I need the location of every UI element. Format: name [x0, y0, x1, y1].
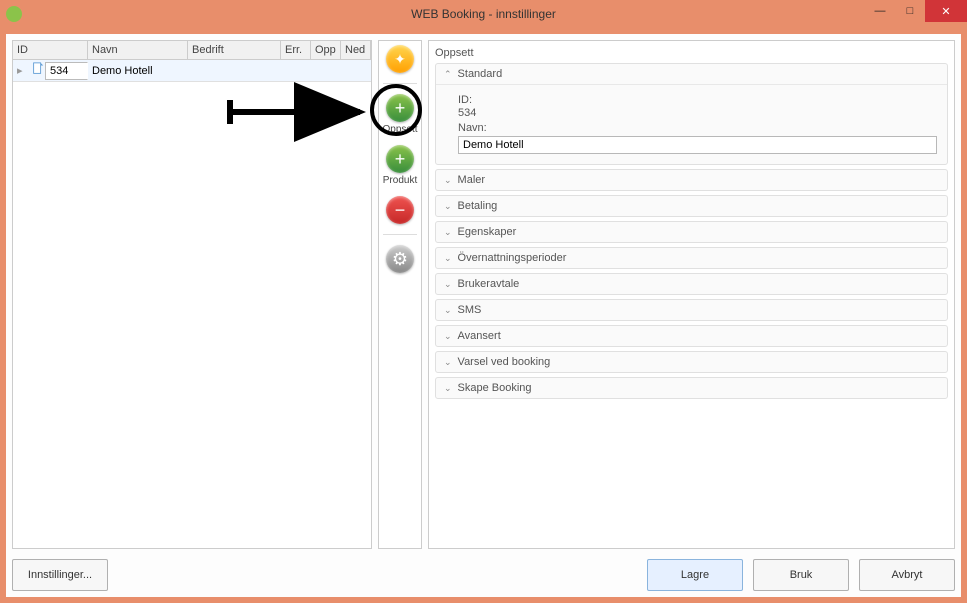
accordion-header-sms[interactable]: ⌄ SMS: [436, 300, 947, 320]
close-button[interactable]: ✕: [925, 0, 967, 22]
avbryt-button[interactable]: Avbryt: [859, 559, 955, 591]
accordion-title: Brukeravtale: [458, 278, 520, 290]
chevron-down-icon: ⌄: [444, 175, 452, 186]
innstillinger-button[interactable]: Innstillinger...: [12, 559, 108, 591]
accordion-title: Skape Booking: [458, 382, 532, 394]
app-window: WEB Booking - innstillinger — □ ✕ ID Nav…: [0, 0, 967, 603]
chevron-down-icon: ⌄: [444, 279, 452, 290]
id-value: 534: [458, 107, 937, 119]
chevron-up-icon: ⌃: [444, 69, 452, 80]
accordion-header-overnattningsperioder[interactable]: ⌄ Övernattningsperioder: [436, 248, 947, 268]
accordion-overnattningsperioder: ⌄ Övernattningsperioder: [435, 247, 948, 269]
row-id-value[interactable]: 534: [45, 62, 88, 80]
id-label: ID:: [458, 94, 937, 106]
content-area: ID Navn Bedrift Err. Opp Ned ▸ 534 Demo …: [6, 34, 961, 597]
accordion-avansert: ⌄ Avansert: [435, 325, 948, 347]
row-expand-icon[interactable]: ▸: [13, 62, 27, 79]
accordion-sms: ⌄ SMS: [435, 299, 948, 321]
remove-button[interactable]: −: [382, 196, 418, 224]
accordion-title: Avansert: [458, 330, 501, 342]
accordion-header-varsel[interactable]: ⌄ Varsel ved booking: [436, 352, 947, 372]
add-produkt-label: Produkt: [383, 175, 417, 186]
navn-label: Navn:: [458, 122, 937, 134]
window-controls: — □ ✕: [865, 0, 967, 22]
app-icon: [6, 6, 22, 22]
chevron-down-icon: ⌄: [444, 357, 452, 368]
accordion-title: Betaling: [458, 200, 498, 212]
chevron-down-icon: ⌄: [444, 383, 452, 394]
row-doc-icon: [27, 60, 45, 81]
accordion-betaling: ⌄ Betaling: [435, 195, 948, 217]
settings-tool-button[interactable]: ⚙: [382, 245, 418, 273]
accordion-title: Standard: [458, 68, 503, 80]
accordion-header-skape[interactable]: ⌄ Skape Booking: [436, 378, 947, 398]
col-header-bedrift[interactable]: Bedrift: [188, 41, 281, 59]
right-buttons: Lagre Bruk Avbryt: [647, 559, 955, 591]
add-oppsett-button[interactable]: + Oppsett: [382, 94, 418, 135]
bruk-button[interactable]: Bruk: [753, 559, 849, 591]
navn-input[interactable]: [458, 136, 937, 154]
accordion-brukeravtale: ⌄ Brukeravtale: [435, 273, 948, 295]
toolbar-divider: [383, 234, 417, 235]
wand-icon: ✦: [386, 45, 414, 73]
chevron-down-icon: ⌄: [444, 331, 452, 342]
minimize-button[interactable]: —: [865, 0, 895, 22]
accordion-header-betaling[interactable]: ⌄ Betaling: [436, 196, 947, 216]
accordion-title: Egenskaper: [458, 226, 517, 238]
lagre-button[interactable]: Lagre: [647, 559, 743, 591]
accordion-title: Varsel ved booking: [458, 356, 551, 368]
col-header-err[interactable]: Err.: [281, 41, 311, 59]
accordion-egenskaper: ⌄ Egenskaper: [435, 221, 948, 243]
accordion-title: Maler: [458, 174, 486, 186]
add-produkt-button[interactable]: + Produkt: [382, 145, 418, 186]
accordion-header-maler[interactable]: ⌄ Maler: [436, 170, 947, 190]
col-header-id[interactable]: ID: [13, 41, 88, 59]
accordion-title: Övernattningsperioder: [458, 252, 567, 264]
col-header-ned[interactable]: Ned: [341, 41, 371, 59]
chevron-down-icon: ⌄: [444, 253, 452, 264]
accordion-header-avansert[interactable]: ⌄ Avansert: [436, 326, 947, 346]
row-navn-value: Demo Hotell: [88, 63, 188, 79]
chevron-down-icon: ⌄: [444, 227, 452, 238]
accordion-header-brukeravtale[interactable]: ⌄ Brukeravtale: [436, 274, 947, 294]
table-row[interactable]: ▸ 534 Demo Hotell: [13, 60, 371, 82]
accordion-header-egenskaper[interactable]: ⌄ Egenskaper: [436, 222, 947, 242]
chevron-down-icon: ⌄: [444, 305, 452, 316]
toolbar-divider: [383, 83, 417, 84]
plus-icon: +: [386, 94, 414, 122]
accordion-body-standard: ID: 534 Navn:: [436, 85, 947, 164]
wizard-button[interactable]: ✦: [382, 45, 418, 73]
col-header-navn[interactable]: Navn: [88, 41, 188, 59]
left-grid-panel: ID Navn Bedrift Err. Opp Ned ▸ 534 Demo …: [12, 40, 372, 549]
center-toolbar: ✦ + Oppsett + Produkt − ⚙: [378, 40, 422, 549]
add-oppsett-label: Oppsett: [382, 124, 417, 135]
right-panel-title: Oppsett: [435, 47, 948, 59]
grid-header: ID Navn Bedrift Err. Opp Ned: [13, 41, 371, 60]
window-title: WEB Booking - innstillinger: [411, 7, 556, 21]
plus-icon: +: [386, 145, 414, 173]
right-panel: Oppsett ⌃ Standard ID: 534 Navn:: [428, 40, 955, 549]
main-area: ID Navn Bedrift Err. Opp Ned ▸ 534 Demo …: [12, 40, 955, 549]
chevron-down-icon: ⌄: [444, 201, 452, 212]
minus-icon: −: [386, 196, 414, 224]
maximize-button[interactable]: □: [895, 0, 925, 22]
accordion-skape: ⌄ Skape Booking: [435, 377, 948, 399]
accordion-standard: ⌃ Standard ID: 534 Navn:: [435, 63, 948, 165]
grid-body: ▸ 534 Demo Hotell: [13, 60, 371, 548]
accordion-header-standard[interactable]: ⌃ Standard: [436, 64, 947, 85]
titlebar: WEB Booking - innstillinger — □ ✕: [0, 0, 967, 28]
col-header-opp[interactable]: Opp: [311, 41, 341, 59]
gear-icon: ⚙: [386, 245, 414, 273]
bottom-bar: Innstillinger... Lagre Bruk Avbryt: [12, 559, 955, 591]
accordion-title: SMS: [458, 304, 482, 316]
accordion-maler: ⌄ Maler: [435, 169, 948, 191]
accordion-varsel: ⌄ Varsel ved booking: [435, 351, 948, 373]
